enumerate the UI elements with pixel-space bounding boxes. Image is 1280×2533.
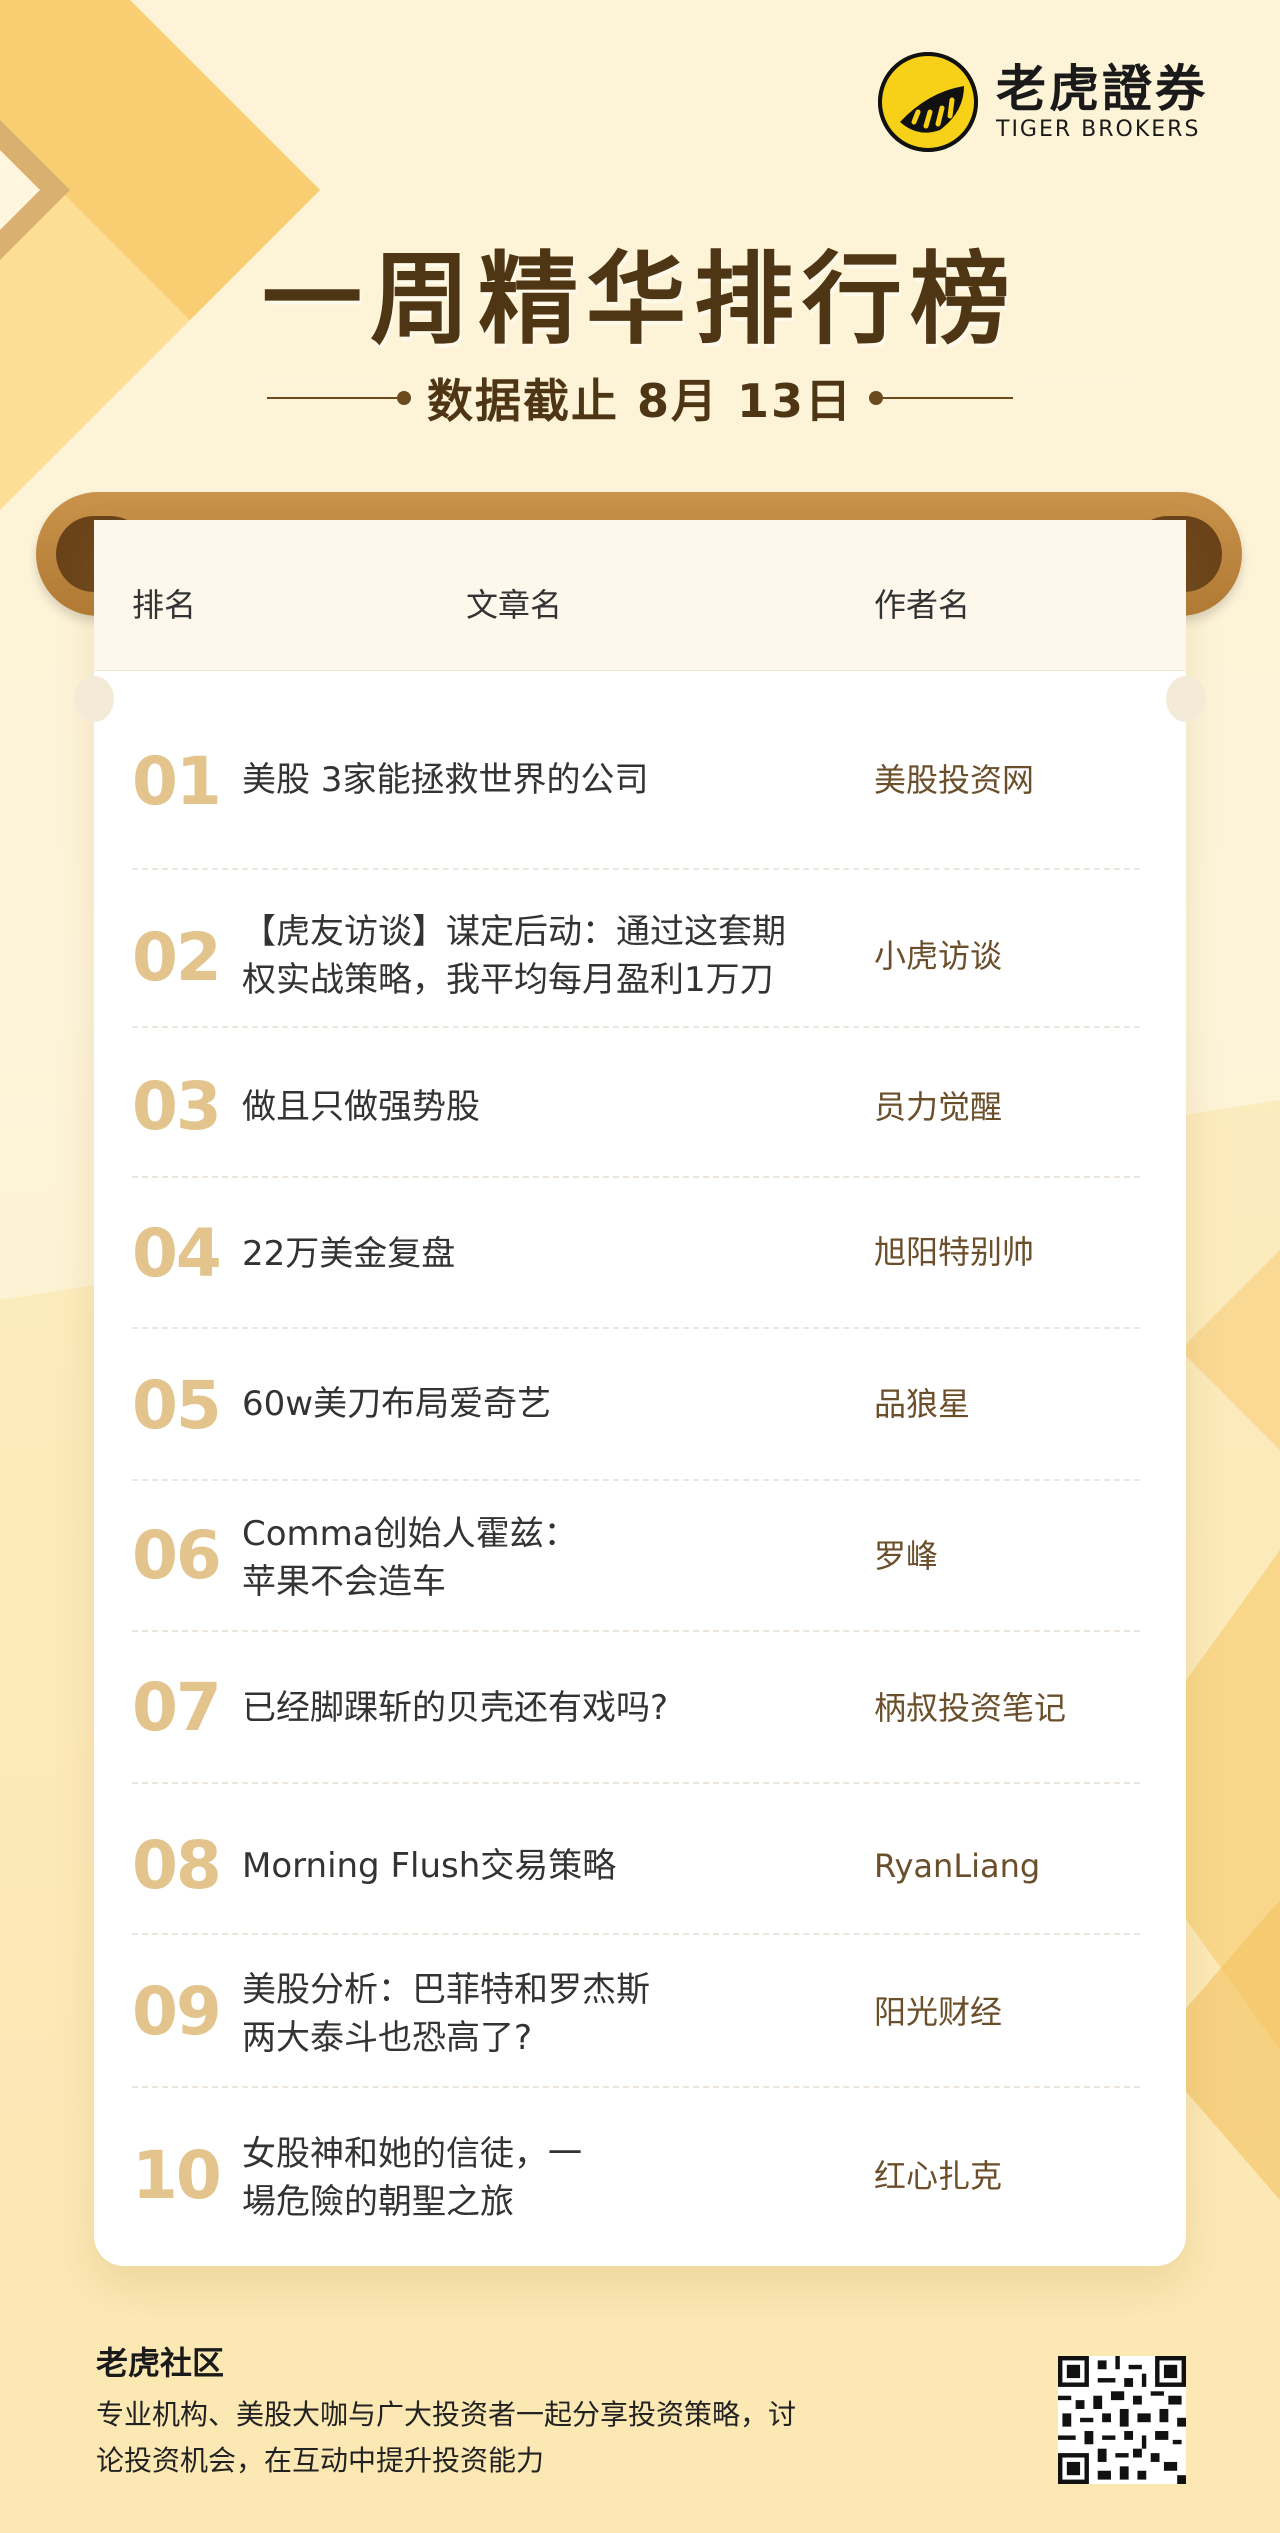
row-divider xyxy=(132,2086,1140,2088)
page-title: 一周精华排行榜 xyxy=(262,241,1018,358)
table-row[interactable]: 04 22万美金复盘 旭阳特别帅 xyxy=(132,1214,1140,1294)
header-article: 文章名 xyxy=(466,586,563,624)
qr-code-icon[interactable] xyxy=(1058,2356,1186,2484)
author-name[interactable]: 小虎访谈 xyxy=(874,932,1002,980)
row-divider xyxy=(132,868,1140,870)
row-divider xyxy=(132,1479,1140,1481)
rank-number: 07 xyxy=(132,1669,222,1746)
article-title[interactable]: 已经脚踝斩的贝壳还有戏吗? xyxy=(242,1684,822,1732)
rank-number: 01 xyxy=(132,743,222,820)
author-name[interactable]: 红心扎克 xyxy=(874,2152,1002,2200)
table-row[interactable]: 06 Comma创始人霍兹：苹果不会造车 罗峰 xyxy=(132,1510,1140,1606)
table-row[interactable]: 03 做且只做强势股 员力觉醒 xyxy=(132,1067,1140,1147)
brand-logo: 老虎證券 TIGER BROKERS xyxy=(878,52,1208,152)
header-author: 作者名 xyxy=(874,586,971,624)
table-row[interactable]: 08 Morning Flush交易策略 RyanLiang xyxy=(132,1826,1140,1906)
table-row[interactable]: 02 【虎友访谈】谋定后动：通过这套期权实战策略，我平均每月盈利1万刀 小虎访谈 xyxy=(132,908,1140,1004)
row-divider xyxy=(132,1933,1140,1935)
rank-number: 06 xyxy=(132,1517,222,1594)
rank-number: 03 xyxy=(132,1068,222,1145)
rank-number: 10 xyxy=(132,2137,222,2214)
article-title[interactable]: 60w美刀布局爱奇艺 xyxy=(242,1380,822,1428)
author-name[interactable]: 旭阳特别帅 xyxy=(874,1228,1034,1276)
rank-number: 04 xyxy=(132,1215,222,1292)
row-divider xyxy=(132,1782,1140,1784)
author-name[interactable]: 美股投资网 xyxy=(874,756,1034,804)
tiger-logo-icon xyxy=(878,52,978,152)
card-notch-left xyxy=(74,676,114,722)
footer-description: 专业机构、美股大咖与广大投资者一起分享投资策略，讨论投资机会，在互动中提升投资能… xyxy=(96,2398,797,2477)
article-title[interactable]: Comma创始人霍兹：苹果不会造车 xyxy=(242,1510,602,1606)
article-title[interactable]: 22万美金复盘 xyxy=(242,1230,822,1278)
table-row[interactable]: 10 女股神和她的信徒，一場危險的朝聖之旅 红心扎克 xyxy=(132,2130,1140,2226)
brand-name-cn: 老虎證券 xyxy=(996,60,1208,118)
subtitle-date: 数据截止 8月 13日 xyxy=(426,374,854,428)
footer-title: 老虎社区 xyxy=(96,2344,225,2382)
table-row[interactable]: 01 美股 3家能拯救世界的公司 美股投资网 xyxy=(132,742,1140,822)
article-title[interactable]: 【虎友访谈】谋定后动：通过这套期权实战策略，我平均每月盈利1万刀 xyxy=(242,908,812,1004)
subtitle-row: 数据截止 8月 13日 xyxy=(0,365,1280,431)
table-header-bar xyxy=(94,520,1186,671)
author-name[interactable]: 品狼星 xyxy=(874,1380,970,1428)
article-title[interactable]: Morning Flush交易策略 xyxy=(242,1842,822,1890)
table-row[interactable]: 05 60w美刀布局爱奇艺 品狼星 xyxy=(132,1366,1140,1446)
author-name[interactable]: 员力觉醒 xyxy=(874,1083,1002,1131)
row-divider xyxy=(132,1327,1140,1329)
row-divider xyxy=(132,1630,1140,1632)
page: 老虎證券 TIGER BROKERS 一周精华排行榜 数据截止 8月 13日 排… xyxy=(0,0,1280,2533)
subtitle-divider-right xyxy=(869,391,1014,405)
rank-number: 09 xyxy=(132,1973,222,2050)
row-divider xyxy=(132,1026,1140,1028)
article-title[interactable]: 美股 3家能拯救世界的公司 xyxy=(242,756,822,804)
rank-number: 02 xyxy=(132,919,222,996)
rank-number: 08 xyxy=(132,1827,222,1904)
article-title[interactable]: 女股神和她的信徒，一場危險的朝聖之旅 xyxy=(242,2130,602,2226)
author-name[interactable]: RyanLiang xyxy=(874,1842,1040,1890)
card-notch-right xyxy=(1166,676,1206,722)
article-title[interactable]: 做且只做强势股 xyxy=(242,1083,822,1131)
author-name[interactable]: 罗峰 xyxy=(874,1532,938,1580)
article-title[interactable]: 美股分析：巴菲特和罗杰斯两大泰斗也恐高了? xyxy=(242,1966,662,2062)
subtitle-divider-left xyxy=(266,391,411,405)
table-row[interactable]: 07 已经脚踝斩的贝壳还有戏吗? 柄叔投资笔记 xyxy=(132,1668,1140,1748)
row-divider xyxy=(132,1176,1140,1178)
author-name[interactable]: 柄叔投资笔记 xyxy=(874,1684,1066,1732)
rank-number: 05 xyxy=(132,1367,222,1444)
table-row[interactable]: 09 美股分析：巴菲特和罗杰斯两大泰斗也恐高了? 阳光财经 xyxy=(132,1966,1140,2062)
header-rank: 排名 xyxy=(132,586,197,624)
author-name[interactable]: 阳光财经 xyxy=(874,1988,1002,2036)
brand-name-en: TIGER BROKERS xyxy=(996,117,1201,142)
